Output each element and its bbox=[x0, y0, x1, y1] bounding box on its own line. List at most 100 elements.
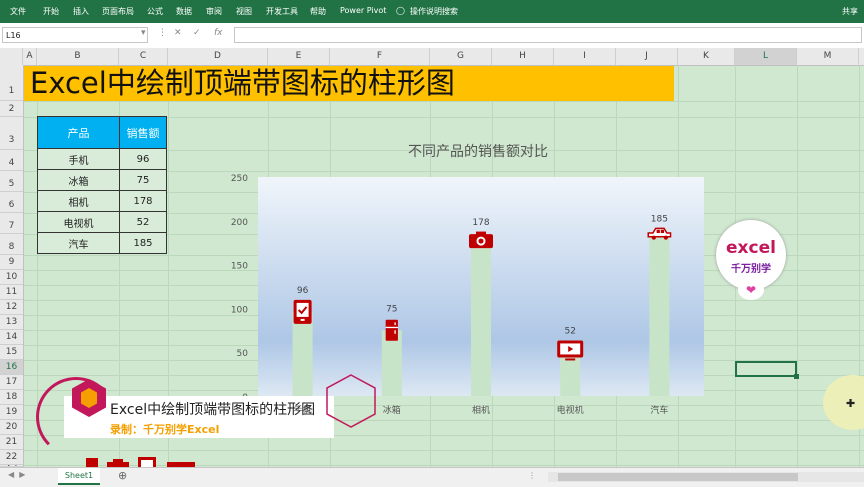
hexagon-badge-icon bbox=[72, 379, 106, 417]
cell-sales[interactable]: 52 bbox=[119, 211, 167, 233]
row-header-22[interactable]: 22 bbox=[0, 450, 23, 465]
chart-title: 不同产品的销售额对比 bbox=[408, 144, 548, 160]
phone-icon[interactable] bbox=[292, 298, 313, 325]
lightbulb-icon: ◯ bbox=[396, 6, 405, 15]
data-label: 178 bbox=[472, 218, 489, 228]
cell-sales[interactable]: 96 bbox=[119, 148, 167, 170]
row-header-17[interactable]: 17 bbox=[0, 375, 23, 390]
cell-product[interactable]: 相机 bbox=[37, 190, 120, 212]
data-label: 185 bbox=[651, 214, 668, 224]
column-header-j[interactable]: J bbox=[616, 48, 678, 65]
tab-data[interactable]: 数据 bbox=[176, 6, 192, 17]
horizontal-scrollbar[interactable] bbox=[548, 472, 864, 482]
row-header-15[interactable]: 15 bbox=[0, 345, 23, 360]
column-header-i[interactable]: I bbox=[554, 48, 616, 65]
logo-line1: excel bbox=[726, 238, 776, 258]
column-header-h[interactable]: H bbox=[492, 48, 554, 65]
row-header-6[interactable]: 6 bbox=[0, 192, 23, 213]
tab-help[interactable]: 帮助 bbox=[310, 6, 326, 17]
column-header-b[interactable]: B bbox=[37, 48, 119, 65]
x-tick-label: 相机 bbox=[471, 406, 490, 416]
row-header-20[interactable]: 20 bbox=[0, 420, 23, 435]
column-header-f[interactable]: F bbox=[330, 48, 430, 65]
sheet-tab-sheet1[interactable]: Sheet1 bbox=[58, 468, 100, 485]
tab-power-pivot[interactable]: Power Pivot bbox=[340, 6, 386, 15]
header-sales[interactable]: 销售额 bbox=[119, 116, 167, 149]
row-header-14[interactable]: 14 bbox=[0, 330, 23, 345]
cell-product[interactable]: 电视机 bbox=[37, 211, 120, 233]
confirm-icon[interactable]: ✓ bbox=[193, 28, 201, 38]
table-row: 汽车 185 bbox=[37, 232, 167, 254]
cell-sales[interactable]: 185 bbox=[119, 232, 167, 254]
column-header-a[interactable]: A bbox=[23, 48, 37, 65]
tab-formulas[interactable]: 公式 bbox=[147, 6, 163, 17]
row-header-16[interactable]: 16 bbox=[0, 360, 23, 375]
tab-review[interactable]: 审阅 bbox=[206, 6, 222, 17]
row-header-3[interactable]: 3 bbox=[0, 117, 23, 150]
row-header-4[interactable]: 4 bbox=[0, 150, 23, 171]
column-header-k[interactable]: K bbox=[678, 48, 735, 65]
tab-insert[interactable]: 插入 bbox=[73, 6, 89, 17]
column-header-e[interactable]: E bbox=[268, 48, 330, 65]
row-header-10[interactable]: 10 bbox=[0, 270, 23, 285]
cell-sales[interactable]: 75 bbox=[119, 169, 167, 191]
row-header-19[interactable]: 19 bbox=[0, 405, 23, 420]
bar[interactable] bbox=[292, 311, 313, 396]
column-header-c[interactable]: C bbox=[119, 48, 168, 65]
column-header-l[interactable]: L bbox=[735, 48, 797, 65]
cell-product[interactable]: 手机 bbox=[37, 148, 120, 170]
add-sheet-icon[interactable]: ⊕ bbox=[118, 469, 127, 482]
select-all-corner[interactable] bbox=[0, 48, 23, 65]
header-product[interactable]: 产品 bbox=[37, 116, 120, 149]
cell-sales[interactable]: 178 bbox=[119, 190, 167, 212]
chevron-down-icon[interactable]: ▾ bbox=[141, 28, 146, 38]
tab-page-layout[interactable]: 页面布局 bbox=[102, 6, 134, 17]
column-header-d[interactable]: D bbox=[168, 48, 268, 65]
share-button[interactable]: 共享 bbox=[842, 6, 858, 17]
sheet-nav-icons[interactable]: ◀ ▶ bbox=[8, 470, 25, 479]
row-header-18[interactable]: 18 bbox=[0, 390, 23, 405]
cell-product[interactable]: 冰箱 bbox=[37, 169, 120, 191]
tell-me-search[interactable]: 操作说明搜索 bbox=[410, 6, 458, 17]
tab-view[interactable]: 视图 bbox=[236, 6, 252, 17]
column-header-g[interactable]: G bbox=[430, 48, 492, 65]
tab-developer[interactable]: 开发工具 bbox=[266, 6, 298, 17]
cancel-icon[interactable]: ✕ bbox=[174, 28, 182, 38]
row-header-12[interactable]: 12 bbox=[0, 300, 23, 315]
title-banner[interactable]: Excel中绘制顶端带图标的柱形图 bbox=[24, 66, 674, 101]
column-header-m[interactable]: M bbox=[797, 48, 859, 65]
tab-home[interactable]: 开始 bbox=[43, 6, 59, 17]
gridline bbox=[797, 65, 798, 467]
cell-product[interactable]: 汽车 bbox=[37, 232, 120, 254]
row-header-2[interactable]: 2 bbox=[0, 101, 23, 117]
row-header-13[interactable]: 13 bbox=[0, 315, 23, 330]
fill-handle[interactable] bbox=[794, 374, 799, 379]
caption-credit: 录制：千万别学Excel bbox=[110, 423, 220, 436]
row-header-1[interactable]: 1 bbox=[0, 65, 23, 101]
data-label: 52 bbox=[564, 326, 575, 336]
sales-bar-chart[interactable]: 不同产品的销售额对比 050100150200250 967517852185 bbox=[222, 125, 725, 396]
selected-cell-l16[interactable] bbox=[735, 361, 797, 377]
icon-row-partial bbox=[86, 457, 195, 467]
row-header-8[interactable]: 8 bbox=[0, 234, 23, 255]
name-box[interactable]: L16 bbox=[2, 27, 148, 43]
gridline bbox=[23, 450, 864, 451]
hexagon-outline-icon bbox=[326, 374, 376, 428]
row-header-5[interactable]: 5 bbox=[0, 171, 23, 192]
row-header-21[interactable]: 21 bbox=[0, 435, 23, 450]
table-row: 电视机 52 bbox=[37, 211, 167, 233]
row-header-9[interactable]: 9 bbox=[0, 255, 23, 270]
row-header-7[interactable]: 7 bbox=[0, 213, 23, 234]
bar[interactable] bbox=[471, 240, 491, 396]
tv-icon[interactable] bbox=[557, 340, 584, 361]
scrollbar-thumb[interactable] bbox=[558, 473, 798, 481]
fridge-icon[interactable] bbox=[385, 319, 398, 341]
row-header-11[interactable]: 11 bbox=[0, 285, 23, 300]
function-icon[interactable]: fx bbox=[214, 28, 223, 38]
x-tick-label: 冰箱 bbox=[382, 406, 401, 416]
formula-input[interactable] bbox=[234, 27, 862, 43]
bar[interactable] bbox=[649, 233, 670, 396]
data-label: 75 bbox=[386, 304, 397, 314]
tab-file[interactable]: 文件 bbox=[10, 6, 26, 17]
row-headers: 1 2 3 4 5 6 7 8 9 10 11 12 13 14 15 16 1… bbox=[0, 65, 24, 467]
